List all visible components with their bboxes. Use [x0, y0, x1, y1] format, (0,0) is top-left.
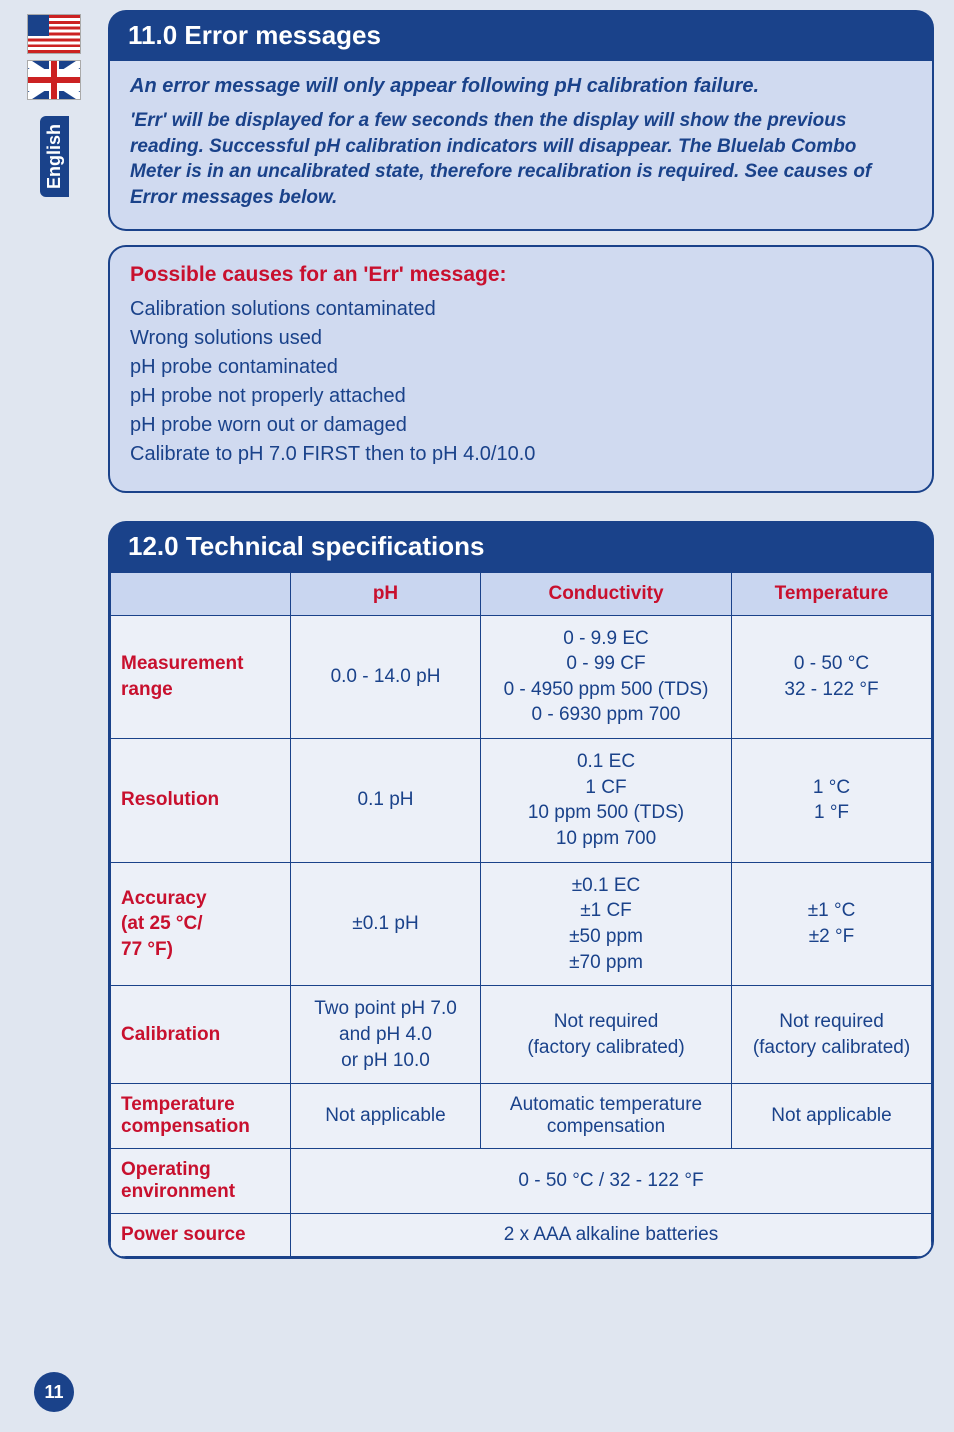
row-label: Operating environment	[111, 1149, 291, 1214]
cell: Two point pH 7.0 and pH 4.0 or pH 10.0	[291, 986, 481, 1084]
section-11-heading: 11.0 Error messages	[108, 10, 934, 61]
cell: 0 - 50 °C / 32 - 122 °F	[291, 1149, 932, 1214]
cell: Not applicable	[732, 1084, 932, 1149]
causes-title: Possible causes for an 'Err' message:	[130, 263, 912, 287]
row-label: Resolution	[111, 739, 291, 863]
sidebar: English 11	[0, 0, 108, 1432]
intro-body: 'Err' will be displayed for a few second…	[130, 108, 912, 211]
section-12-heading: 12.0 Technical specifications	[108, 521, 934, 572]
table-header-row: pH Conductivity Temperature	[111, 572, 932, 615]
table-row: Power source 2 x AAA alkaline batteries	[111, 1214, 932, 1257]
cell: 0.0 - 14.0 pH	[291, 615, 481, 739]
spec-table: pH Conductivity Temperature Measurement …	[110, 572, 932, 1258]
row-label: Measurement range	[111, 615, 291, 739]
cell: Not applicable	[291, 1084, 481, 1149]
table-row: Accuracy (at 25 °C/ 77 °F) ±0.1 pH ±0.1 …	[111, 862, 932, 986]
cell: 2 x AAA alkaline batteries	[291, 1214, 932, 1257]
flag-us-icon	[27, 14, 81, 54]
col-temperature: Temperature	[732, 572, 932, 615]
cell: Automatic temperature compensation	[481, 1084, 732, 1149]
row-label: Accuracy (at 25 °C/ 77 °F)	[111, 862, 291, 986]
col-conductivity: Conductivity	[481, 572, 732, 615]
col-ph: pH	[291, 572, 481, 615]
cell: 0.1 EC 1 CF 10 ppm 500 (TDS) 10 ppm 700	[481, 739, 732, 863]
cell: 0 - 50 °C 32 - 122 °F	[732, 615, 932, 739]
cell: 1 °C 1 °F	[732, 739, 932, 863]
table-row: Operating environment 0 - 50 °C / 32 - 1…	[111, 1149, 932, 1214]
cell: ±0.1 EC ±1 CF ±50 ppm ±70 ppm	[481, 862, 732, 986]
cell: 0.1 pH	[291, 739, 481, 863]
causes-box: Possible causes for an 'Err' message: Ca…	[108, 245, 934, 493]
cell: Not required (factory calibrated)	[732, 986, 932, 1084]
cell: ±1 °C ±2 °F	[732, 862, 932, 986]
flag-uk-icon	[27, 60, 81, 100]
col-blank	[111, 572, 291, 615]
causes-list: Calibration solutions contaminated Wrong…	[130, 295, 912, 469]
spec-table-wrap: pH Conductivity Temperature Measurement …	[108, 572, 934, 1260]
cell: ±0.1 pH	[291, 862, 481, 986]
cause-item: Calibration solutions contaminated	[130, 295, 912, 324]
table-row: Resolution 0.1 pH 0.1 EC 1 CF 10 ppm 500…	[111, 739, 932, 863]
table-row: Calibration Two point pH 7.0 and pH 4.0 …	[111, 986, 932, 1084]
section-11-intro-card: An error message will only appear follow…	[108, 61, 934, 231]
table-row: Temperature compensation Not applicable …	[111, 1084, 932, 1149]
cause-item: pH probe worn out or damaged	[130, 411, 912, 440]
language-tab: English	[40, 116, 69, 197]
cause-item: pH probe not properly attached	[130, 382, 912, 411]
table-row: Measurement range 0.0 - 14.0 pH 0 - 9.9 …	[111, 615, 932, 739]
page-number: 11	[34, 1372, 74, 1412]
cell: 0 - 9.9 EC 0 - 99 CF 0 - 4950 ppm 500 (T…	[481, 615, 732, 739]
row-label: Power source	[111, 1214, 291, 1257]
cause-item: Calibrate to pH 7.0 FIRST then to pH 4.0…	[130, 440, 912, 469]
cause-item: Wrong solutions used	[130, 324, 912, 353]
main-content: 11.0 Error messages An error message wil…	[108, 10, 934, 1259]
cell: Not required (factory calibrated)	[481, 986, 732, 1084]
row-label: Calibration	[111, 986, 291, 1084]
row-label: Temperature compensation	[111, 1084, 291, 1149]
cause-item: pH probe contaminated	[130, 353, 912, 382]
intro-title: An error message will only appear follow…	[130, 75, 912, 98]
